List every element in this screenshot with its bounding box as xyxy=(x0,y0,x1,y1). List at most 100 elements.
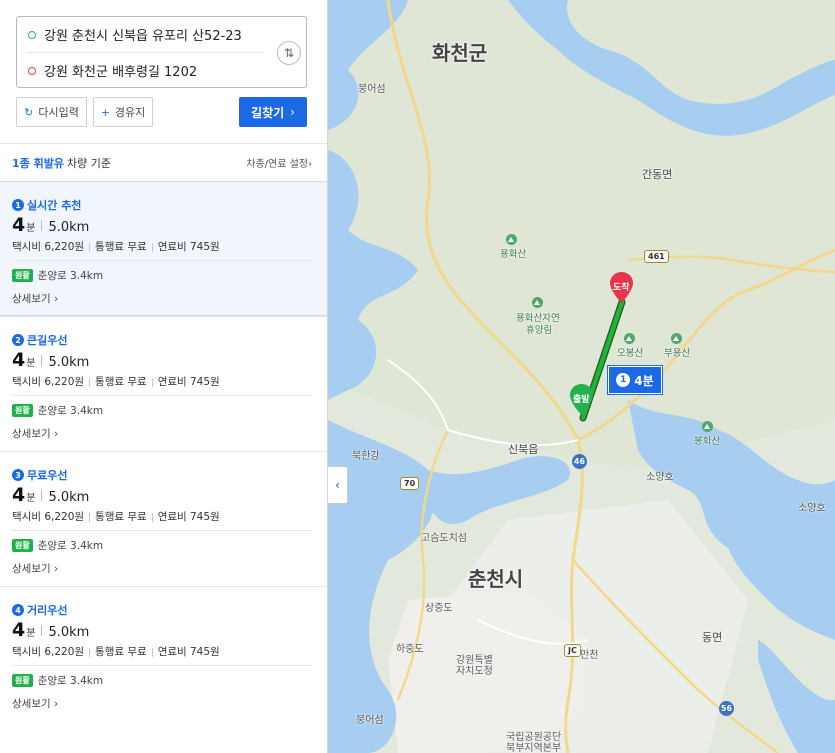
route-distance: 5.0km xyxy=(48,490,90,505)
reset-button[interactable]: ↻ 다시입력 xyxy=(16,97,87,127)
fuel-cost: 연료비 745원 xyxy=(157,376,220,388)
route-name: 무료우선 xyxy=(27,469,68,482)
route-time-unit: 분 xyxy=(26,358,36,369)
route-summary: 4 분 5.0km xyxy=(12,619,89,641)
origin-dot-icon xyxy=(28,30,36,39)
mountain-icon xyxy=(702,421,713,432)
taxi-fare: 택시비 6,220원 xyxy=(12,646,85,658)
map-label-chuncheon: 춘천시 xyxy=(468,567,524,591)
mountain-icon xyxy=(624,333,635,344)
route-option-4[interactable]: 4 거리우선 4 분 5.0km 택시비 6,220원 통행료 무료 연료비 745… xyxy=(0,586,327,721)
find-route-button[interactable]: 길찾기 › xyxy=(239,97,307,127)
route-road-info: 원활 춘양로 3.4km xyxy=(12,268,103,283)
main-road: 춘양로 3.4km xyxy=(37,540,104,552)
directions-panel: 강원 춘천시 신북읍 유포리 산52-23 강원 화천군 배후령길 1202 ⇅… xyxy=(0,0,328,753)
map-label-dongmyeon: 동면 xyxy=(702,631,723,644)
collapse-panel-button[interactable]: ‹ xyxy=(328,466,348,504)
route-time-unit: 분 xyxy=(26,628,36,639)
fuel-type: 1종 휘발유 xyxy=(12,156,64,170)
route-list: 1 실시간 추천 4 분 5.0km 택시비 6,220원 통행료 무료 연료비 7… xyxy=(0,181,327,721)
route-detail-link[interactable]: 상세보기 › xyxy=(12,291,58,306)
destination-text: 강원 화천군 배후령길 1202 xyxy=(44,65,198,80)
route-detail-link[interactable]: 상세보기 › xyxy=(12,426,58,441)
route-name: 큰길우선 xyxy=(27,334,68,347)
map-label-gandong: 간동면 xyxy=(642,168,673,181)
swap-icon: ⇅ xyxy=(283,46,295,60)
route-road-info: 원활 춘양로 3.4km xyxy=(12,403,103,418)
route-name: 거리우선 xyxy=(27,604,68,617)
route-time-chip[interactable]: 1 4분 xyxy=(608,366,662,394)
main-road: 춘양로 3.4km xyxy=(37,675,104,687)
route-option-3[interactable]: 3 무료우선 4 분 5.0km 택시비 6,220원 통행료 무료 연료비 745… xyxy=(0,451,327,586)
fee-divider xyxy=(151,512,153,522)
route-fees: 택시비 6,220원 통행료 무료 연료비 745원 xyxy=(12,239,220,254)
chevron-left-icon: ‹ xyxy=(335,478,340,492)
route-time-unit: 분 xyxy=(26,493,36,504)
plus-icon: + xyxy=(100,105,110,119)
route-road-info: 원활 춘양로 3.4km xyxy=(12,538,103,553)
mountain-icon xyxy=(506,234,517,245)
swap-button[interactable]: ⇅ xyxy=(277,41,301,65)
traffic-badge: 원활 xyxy=(12,404,33,417)
map-label-manchon: 만천 xyxy=(580,650,599,661)
map-label-yonghwasan: 용화산 xyxy=(500,249,527,260)
fee-divider xyxy=(151,647,153,657)
route-fees: 택시비 6,220원 통행료 무료 연료비 745원 xyxy=(12,644,220,659)
map-label-obongsan: 오봉산 xyxy=(617,348,644,359)
map-canvas[interactable]: 도착 출발 화천군 춘천시 붕어섬 간동면 용화산 용화산자연 휴양림 오봉산 … xyxy=(328,0,835,753)
road-shield-461: 461 xyxy=(644,250,669,263)
refresh-icon: ↻ xyxy=(24,105,34,119)
address-box: 강원 춘천시 신북읍 유포리 산52-23 강원 화천군 배후령길 1202 ⇅ xyxy=(16,16,307,88)
route-title: 2 큰길우선 xyxy=(12,332,67,348)
route-fees: 택시비 6,220원 통행료 무료 연료비 745원 xyxy=(12,374,220,389)
road-shield-jc: JC xyxy=(564,644,581,657)
map-label-soyangho-1: 소양호 xyxy=(646,472,674,483)
traffic-badge: 원활 xyxy=(12,674,33,687)
road-shield-46: 46 xyxy=(572,454,587,469)
destination-pin-label: 도착 xyxy=(613,283,630,293)
add-waypoint-button[interactable]: + 경유지 xyxy=(93,97,153,127)
road-shield-70: 70 xyxy=(400,477,420,490)
summary-divider xyxy=(41,354,43,366)
map-label-bonghwasan: 봉화산 xyxy=(694,436,721,447)
route-option-2[interactable]: 2 큰길우선 4 분 5.0km 택시비 6,220원 통행료 무료 연료비 745… xyxy=(0,316,327,451)
toll-fee: 통행료 무료 xyxy=(95,646,147,658)
route-title: 4 거리우선 xyxy=(12,602,67,618)
map-label-bungeoseom-south: 붕어섬 xyxy=(356,715,384,726)
origin-input[interactable]: 강원 춘천시 신북읍 유포리 산52-23 xyxy=(17,17,267,52)
traffic-badge: 원활 xyxy=(12,269,33,282)
main-road: 춘양로 3.4km xyxy=(37,270,104,282)
fee-divider xyxy=(89,242,91,252)
map-label-bukhangang: 북한강 xyxy=(352,451,380,462)
destination-dot-icon xyxy=(28,66,36,75)
vehicle-basis-label: 차량 기준 xyxy=(66,156,111,170)
map-label-yonghwa-forest-2: 휴양림 xyxy=(526,325,553,336)
route-distance: 5.0km xyxy=(48,355,90,370)
route-detail-link[interactable]: 상세보기 › xyxy=(12,561,58,576)
summary-divider xyxy=(41,489,43,501)
taxi-fare: 택시비 6,220원 xyxy=(12,241,85,253)
map-label-park-2: 북부지역본부 xyxy=(506,743,562,753)
fee-divider xyxy=(89,647,91,657)
route-distance: 5.0km xyxy=(48,625,90,640)
taxi-fare: 택시비 6,220원 xyxy=(12,376,85,388)
toll-fee: 통행료 무료 xyxy=(95,241,147,253)
route-time: 4 xyxy=(12,214,26,236)
route-divider xyxy=(12,395,312,396)
summary-divider xyxy=(41,624,43,636)
route-option-1[interactable]: 1 실시간 추천 4 분 5.0km 택시비 6,220원 통행료 무료 연료비 7… xyxy=(0,181,327,316)
vehicle-settings-link[interactable]: 차종/연료 설정› xyxy=(246,155,312,170)
route-time: 4 xyxy=(12,484,26,506)
route-detail-link[interactable]: 상세보기 › xyxy=(12,696,58,711)
destination-input[interactable]: 강원 화천군 배후령길 1202 xyxy=(17,53,267,88)
fee-divider xyxy=(89,512,91,522)
summary-divider xyxy=(41,219,43,231)
reset-label: 다시입력 xyxy=(38,106,79,119)
map-label-gangwon-gov-2: 자치도청 xyxy=(456,666,493,677)
fee-divider xyxy=(151,242,153,252)
route-number-badge: 2 xyxy=(12,334,24,346)
main-road: 춘양로 3.4km xyxy=(37,405,104,417)
route-name: 실시간 추천 xyxy=(27,199,82,212)
map-label-bungeoseom-north: 붕어섬 xyxy=(358,84,386,95)
toll-fee: 통행료 무료 xyxy=(95,376,147,388)
